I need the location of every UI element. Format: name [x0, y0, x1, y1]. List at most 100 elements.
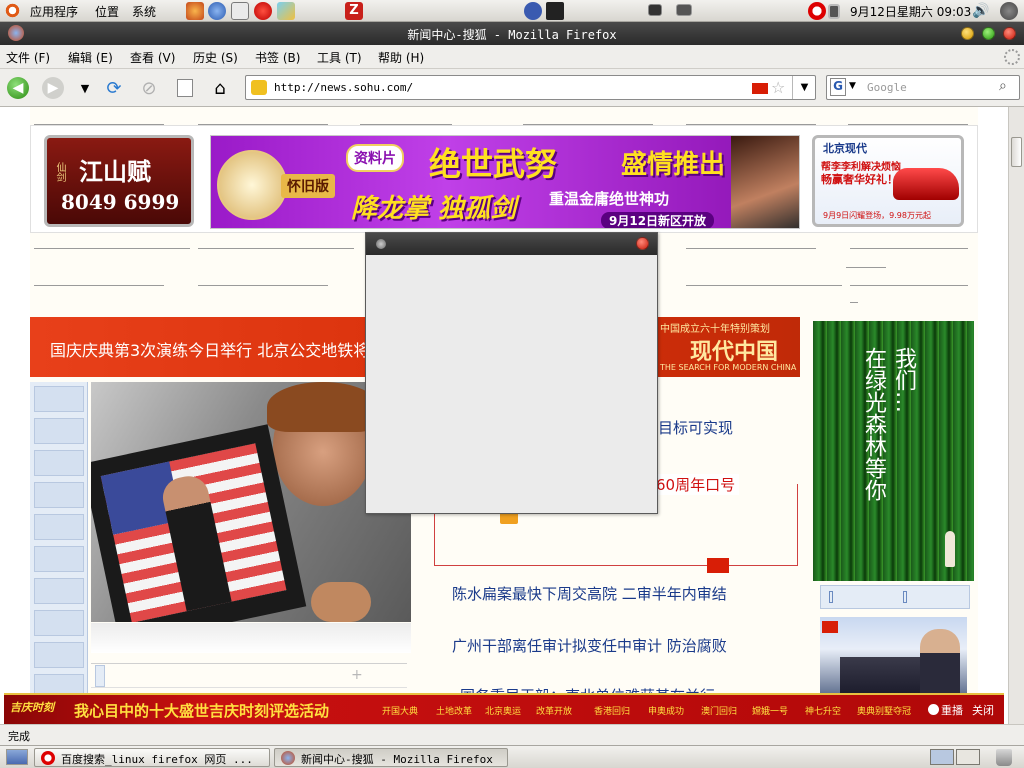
puzzle-app-icon[interactable]: [277, 2, 295, 20]
bottom-ad-item[interactable]: 嫦娥一号: [752, 704, 788, 717]
news-photo[interactable]: [91, 382, 411, 622]
popup-close-button[interactable]: [636, 237, 649, 250]
menu-tools[interactable]: 工具 (T): [317, 49, 362, 66]
right-tab-marker[interactable]: [829, 591, 833, 603]
nav-link-line[interactable]: [360, 124, 452, 125]
bottom-ad-item[interactable]: 土地改革: [436, 704, 472, 717]
opera-launcher-icon[interactable]: [254, 2, 272, 20]
headline-item[interactable]: 目标可实现: [658, 417, 733, 438]
menu-view[interactable]: 查看 (V): [130, 49, 175, 66]
media-player-icon[interactable]: [524, 2, 542, 20]
show-desktop-button[interactable]: [6, 749, 28, 765]
power-icon[interactable]: [1000, 2, 1018, 20]
new-tab-button[interactable]: [172, 75, 198, 101]
bookmark-star-icon[interactable]: ☆: [771, 78, 785, 97]
tab-slot[interactable]: [34, 386, 84, 412]
minimize-button[interactable]: [961, 27, 974, 40]
network-globe-icon[interactable]: [208, 2, 226, 20]
video-app-icon[interactable]: [546, 2, 564, 20]
right-tab-marker[interactable]: [903, 591, 907, 603]
replay-button[interactable]: 重播: [941, 702, 963, 718]
places-menu[interactable]: 位置: [95, 3, 119, 20]
close-ad-button[interactable]: 关闭: [972, 702, 994, 718]
taskbar-item-opera[interactable]: 百度搜索_linux firefox 网页 ...: [34, 748, 270, 767]
search-input[interactable]: Google: [867, 81, 907, 94]
headline-item[interactable]: 陈水扁案最快下周交高院 二审半年内审结: [452, 583, 727, 604]
bottom-ad-banner[interactable]: 吉庆时刻 我心目中的十大盛世吉庆时刻评选活动 开国大典 土地改革 北京奥运 改革…: [4, 693, 1004, 724]
workspace-switcher-2[interactable]: [956, 749, 980, 765]
search-engine-button[interactable]: G ▼: [829, 78, 863, 97]
bottom-ad-item[interactable]: 北京奥运: [485, 704, 521, 717]
search-magnifier-icon[interactable]: ⌕: [999, 78, 1007, 94]
window-titlebar[interactable]: 新闻中心-搜狐 - Mozilla Firefox: [0, 22, 1024, 45]
nav-link-line[interactable]: [523, 124, 653, 125]
bottom-ad-item[interactable]: 神七升空: [805, 704, 841, 717]
modern-china-title[interactable]: 现代中国: [690, 334, 778, 366]
url-dropdown-button[interactable]: ▼: [792, 76, 816, 99]
forward-button[interactable]: ▶: [40, 75, 66, 101]
volume-icon[interactable]: 🔊: [972, 2, 990, 20]
network-tray-icon[interactable]: [828, 4, 840, 19]
filezilla-icon[interactable]: Z: [345, 2, 363, 20]
workspace-icon[interactable]: [676, 4, 692, 16]
nav-link-line[interactable]: [198, 248, 354, 249]
opera-tray-icon[interactable]: [808, 2, 826, 20]
photo-slider-handle[interactable]: [95, 665, 105, 687]
ad-jiangshanfu[interactable]: 仙剑 江山赋 8049 6999: [44, 135, 194, 227]
stop-button[interactable]: ⊘: [136, 75, 162, 101]
menu-bookmarks[interactable]: 书签 (B): [255, 49, 300, 66]
clock[interactable]: 9月12日星期六 09:03: [850, 3, 971, 20]
scrollbar-thumb[interactable]: [1011, 137, 1022, 167]
nav-link-line[interactable]: [686, 124, 816, 125]
page-scrollbar[interactable]: [1008, 107, 1024, 724]
firefox-launcher-icon[interactable]: [186, 2, 204, 20]
tab-slot[interactable]: [34, 610, 84, 636]
nav-link-line[interactable]: [850, 302, 858, 303]
nav-link-line[interactable]: [846, 267, 886, 268]
close-button[interactable]: [1003, 27, 1016, 40]
url-bar[interactable]: http://news.sohu.com/ ☆ ▼: [245, 75, 816, 100]
nav-link-line[interactable]: [848, 124, 968, 125]
tab-slot[interactable]: [34, 450, 84, 476]
nav-link-line[interactable]: [34, 285, 164, 286]
nav-link-line[interactable]: [686, 248, 816, 249]
tab-slot[interactable]: [34, 578, 84, 604]
ad-beijing-hyundai[interactable]: 北京现代 帮李李利解决烦恼 畅赢奢华好礼！ 9月9日闪耀登场，9.98万元起: [812, 135, 964, 227]
nav-link-line[interactable]: [198, 124, 328, 125]
bottom-ad-item[interactable]: 改革开放: [536, 704, 572, 717]
terminal-icon[interactable]: [648, 4, 662, 16]
bottom-ad-item[interactable]: 奥典别墅夺冠: [857, 704, 911, 717]
nav-link-line[interactable]: [34, 124, 164, 125]
bottom-ad-item[interactable]: 申奥成功: [648, 704, 684, 717]
leader-photo[interactable]: [820, 617, 967, 697]
replay-icon[interactable]: [928, 704, 939, 715]
menu-edit[interactable]: 编辑 (E): [68, 49, 113, 66]
menu-history[interactable]: 历史 (S): [193, 49, 238, 66]
plus-icon[interactable]: +: [351, 667, 363, 683]
scrolling-news-text[interactable]: 国庆庆典第3次演练今日举行 北京公交地铁将: [50, 337, 369, 361]
nav-link-line[interactable]: [198, 285, 328, 286]
nav-link-line[interactable]: [850, 285, 968, 286]
bottom-ad-item[interactable]: 开国大典: [382, 704, 418, 717]
headline-item[interactable]: 60周年口号: [656, 474, 740, 495]
tab-slot[interactable]: [34, 514, 84, 540]
tab-slot[interactable]: [34, 482, 84, 508]
bottom-ad-item[interactable]: 澳门回归: [701, 704, 737, 717]
back-button[interactable]: ◀: [5, 75, 31, 101]
nav-link-line[interactable]: [686, 285, 842, 286]
ad-wuxia-game[interactable]: 怀旧版 资料片 绝世武努 盛情推出 降龙掌 独孤剑 重温金庸绝世神功 9月12日…: [210, 135, 800, 229]
tab-slot[interactable]: [34, 642, 84, 668]
workspace-switcher-1[interactable]: [930, 749, 954, 765]
applications-menu[interactable]: 应用程序: [30, 3, 78, 20]
url-text[interactable]: http://news.sohu.com/: [274, 81, 413, 94]
menu-file[interactable]: 文件 (F): [6, 49, 50, 66]
headline-item[interactable]: 广州干部离任审计拟变任中审计 防治腐败: [452, 635, 727, 656]
trash-icon[interactable]: [996, 749, 1012, 766]
nav-link-line[interactable]: [850, 248, 968, 249]
history-dropdown-button[interactable]: ▼: [72, 75, 98, 101]
menu-help[interactable]: 帮助 (H): [378, 49, 424, 66]
tab-slot[interactable]: [34, 418, 84, 444]
text-editor-icon[interactable]: [231, 2, 249, 20]
maximize-button[interactable]: [982, 27, 995, 40]
search-bar[interactable]: G ▼ Google ⌕: [826, 75, 1020, 100]
